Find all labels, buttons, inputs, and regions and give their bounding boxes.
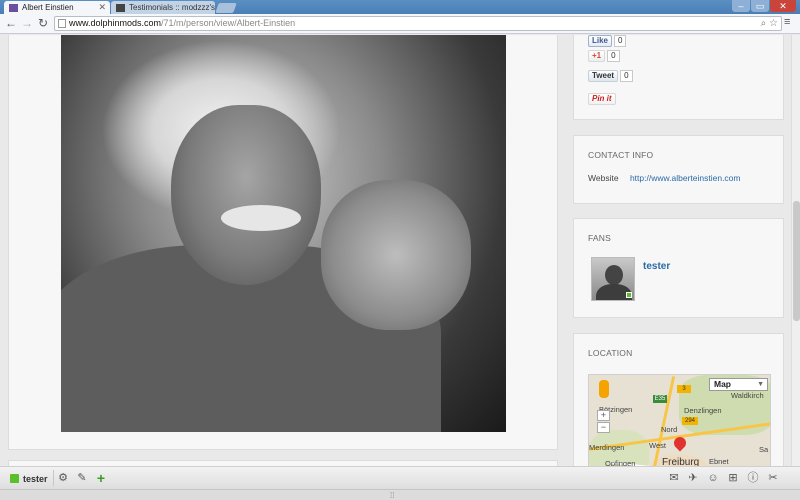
fans-card: FANS tester [573, 218, 784, 318]
page-content: Like 0 +1 0 Tweet 0 Pin it CONTACT INFO … [0, 35, 800, 500]
gear-icon[interactable]: ⚙ [56, 471, 70, 485]
page-icon [58, 19, 66, 28]
site-favicon-icon [116, 4, 125, 12]
maximize-icon[interactable]: ▭ [751, 0, 769, 12]
browser-tab-bar: Albert Einstien ✕ Testimonials :: modzzz… [0, 0, 800, 14]
facebook-like-button[interactable]: Like [588, 35, 613, 47]
photo-face [171, 105, 321, 285]
map-label-waldkirch: Waldkirch [731, 391, 764, 400]
back-arrow-icon[interactable]: ← [4, 16, 18, 30]
user-menu[interactable]: tester [10, 472, 48, 485]
route-294-shield: 294 [682, 417, 698, 425]
map-label-west: West [649, 441, 666, 450]
plus-count: 0 [607, 50, 620, 62]
social-share-card: Like 0 +1 0 Tweet 0 Pin it [573, 35, 784, 120]
wrench-icon[interactable]: ✂ [766, 471, 780, 485]
tab-albert-einstien[interactable]: Albert Einstien ✕ [4, 1, 110, 14]
online-status-icon [10, 474, 19, 483]
pin-it-button[interactable]: Pin it [588, 93, 616, 105]
tweet-count: 0 [620, 70, 633, 82]
new-tab-button[interactable] [215, 3, 237, 13]
website-label: Website [588, 173, 619, 183]
bottom-toolbar: tester ⚙ ✎ + ✉ ✈ ☺ ⊞ ⓘ ✂ [0, 466, 800, 489]
cart-icon[interactable]: ⊞ [726, 471, 740, 485]
zoom-icon[interactable]: ⌕ [761, 18, 767, 29]
google-plus-button[interactable]: +1 [588, 50, 606, 62]
facebook-like: Like 0 [588, 35, 627, 47]
status-strip: ⁞⁞ [0, 489, 800, 500]
map-label-sa: Sa [759, 445, 769, 454]
mail-icon[interactable]: ✉ [667, 471, 681, 485]
reload-icon[interactable]: ↻ [36, 16, 50, 30]
map-label-merdingen: Merdingen [589, 443, 625, 452]
contact-info-card: CONTACT INFO Website http://www.albertei… [573, 135, 784, 204]
avatar-head [605, 265, 623, 285]
resize-grip-icon[interactable]: ⁞⁞ [390, 491, 394, 500]
tab-title: Albert Einstien [22, 3, 74, 12]
map-label-ebnet: Ebnet [709, 457, 729, 466]
url-path: /71/m/person/view/Albert-Einstien [161, 18, 296, 28]
close-icon[interactable]: ✕ [98, 1, 106, 14]
google-plus: +1 0 [588, 50, 620, 62]
fans-title: FANS [588, 233, 612, 243]
twitter-bird-icon[interactable]: ✈ [686, 471, 700, 485]
map-label-denzlingen: Denzlingen [684, 406, 722, 415]
window-controls: – ▭ ✕ [732, 0, 796, 12]
zoom-out-button[interactable]: − [597, 422, 610, 433]
tweet-button[interactable]: Tweet [588, 70, 619, 82]
photo-mustache [221, 205, 301, 231]
browser-menu-icon[interactable]: ≡ [784, 16, 794, 30]
add-icon[interactable]: + [94, 471, 108, 485]
route-e35-shield: E35 [653, 395, 667, 403]
friends-icon[interactable]: ☺ [706, 471, 720, 485]
omnibox-icons: ⌕ ☆ [761, 17, 778, 30]
online-status-icon [626, 292, 632, 298]
pinterest-pin: Pin it [588, 93, 616, 105]
twitter-tweet: Tweet 0 [588, 70, 633, 82]
map-type-select[interactable]: Map ▼ [709, 378, 768, 391]
info-icon[interactable]: ⓘ [746, 471, 760, 485]
contact-info-title: CONTACT INFO [588, 150, 654, 160]
photo-hands [321, 180, 471, 330]
profile-photo [61, 35, 506, 432]
profile-photo-card [8, 35, 558, 450]
forward-arrow-icon[interactable]: → [20, 16, 34, 30]
tab-title: Testimonials :: modzzz's p [129, 3, 215, 12]
window-close-icon[interactable]: ✕ [770, 0, 796, 12]
divider [53, 470, 54, 486]
website-row: Website http://www.alberteinstien.com [588, 173, 741, 183]
fan-name-link[interactable]: tester [643, 261, 670, 272]
site-favicon-icon [9, 4, 18, 12]
chevron-down-icon: ▼ [757, 381, 764, 388]
like-count: 0 [614, 35, 627, 47]
route-3-shield: 3 [677, 385, 691, 393]
map-type-label: Map [714, 379, 731, 389]
street-view-pegman-icon[interactable] [599, 380, 609, 398]
zoom-in-button[interactable]: + [597, 410, 610, 421]
location-title: LOCATION [588, 348, 633, 358]
map-label-nord: Nord [661, 425, 678, 434]
tab-testimonials[interactable]: Testimonials :: modzzz's p [111, 1, 215, 14]
minimize-icon[interactable]: – [732, 0, 750, 12]
address-bar[interactable]: www.dolphinmods.com/71/m/person/view/Alb… [54, 16, 782, 31]
bookmark-star-icon[interactable]: ☆ [769, 18, 778, 29]
scroll-thumb[interactable] [793, 201, 800, 321]
edit-icon[interactable]: ✎ [75, 471, 89, 485]
website-link[interactable]: http://www.alberteinstien.com [630, 173, 741, 183]
url-host: www.dolphinmods.com [69, 18, 162, 28]
avatar[interactable] [591, 257, 635, 301]
page-scrollbar[interactable] [791, 35, 800, 487]
browser-toolbar: ← → ↻ www.dolphinmods.com/71/m/person/vi… [0, 14, 800, 34]
username-label: tester [23, 473, 48, 484]
